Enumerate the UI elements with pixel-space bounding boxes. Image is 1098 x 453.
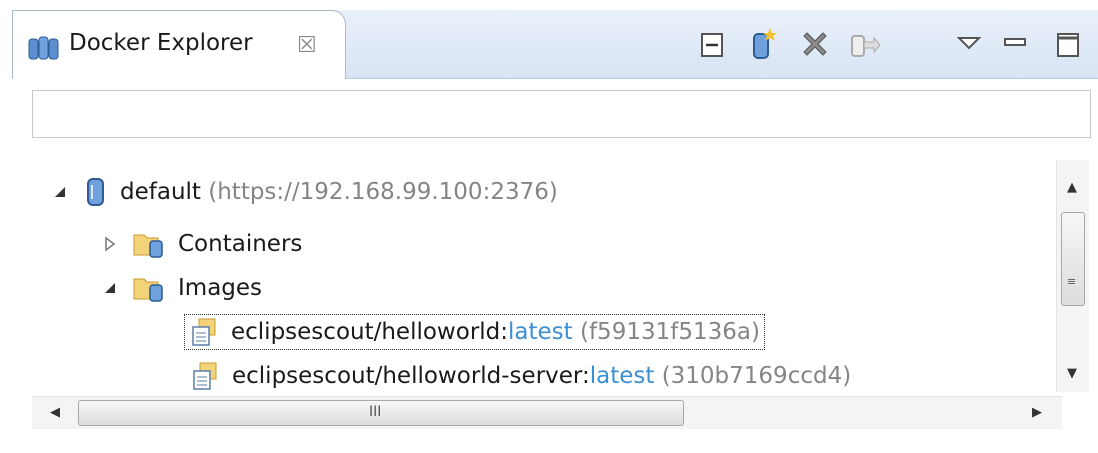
connection-name: default <box>120 179 201 205</box>
view-tab-bar: Docker Explorer ☒ <box>12 10 1098 79</box>
scroll-up-arrow-icon[interactable]: ▲ <box>1067 180 1077 195</box>
containers-folder-icon <box>133 234 163 258</box>
tree-row-containers[interactable]: Containers <box>100 224 302 264</box>
minimize-icon[interactable] <box>995 24 1035 64</box>
tree-row-images[interactable]: Images <box>100 268 262 308</box>
horizontal-scrollbar[interactable]: ◀ III ▶ <box>32 396 1062 429</box>
image-id: (310b7169ccd4) <box>661 363 852 389</box>
add-connection-icon[interactable] <box>742 24 782 64</box>
maximize-icon[interactable] <box>1048 24 1088 64</box>
connection-url: (https://192.168.99.100:2376) <box>208 179 558 205</box>
tree-row-image[interactable]: eclipsescout/helloworld-server: latest (3… <box>190 356 851 390</box>
collapsed-twistie-icon[interactable] <box>100 234 120 254</box>
images-folder-icon <box>133 278 163 302</box>
tab-docker-explorer[interactable]: Docker Explorer ☒ <box>12 10 346 79</box>
tree-row-connection[interactable]: default (https://192.168.99.100:2376) <box>50 172 558 212</box>
vertical-scrollbar[interactable]: ▲ ≡ ▼ <box>1056 160 1089 392</box>
image-repo: eclipsescout/helloworld-server: <box>232 363 590 389</box>
scroll-left-arrow-icon[interactable]: ◀ <box>50 405 60 420</box>
image-icon <box>192 318 216 346</box>
image-tag: latest <box>508 319 573 345</box>
edit-connection-icon[interactable] <box>844 24 884 64</box>
scroll-down-arrow-icon[interactable]: ▼ <box>1067 366 1077 381</box>
view-menu-icon[interactable] <box>949 24 989 64</box>
image-icon <box>193 362 217 390</box>
expanded-twistie-icon[interactable] <box>50 182 70 202</box>
images-label: Images <box>178 275 263 301</box>
vertical-scroll-thumb[interactable]: ≡ <box>1061 212 1085 306</box>
view-title: Docker Explorer <box>69 30 253 56</box>
docker-explorer-view: Docker Explorer ☒ default (https://192.1… <box>12 10 1098 430</box>
expanded-twistie-icon[interactable] <box>100 278 120 298</box>
thumb-grip-icon: III <box>369 404 382 420</box>
search-input[interactable] <box>32 90 1091 138</box>
remove-connection-icon[interactable] <box>795 24 835 64</box>
containers-label: Containers <box>178 231 303 257</box>
thumb-grip-icon: ≡ <box>1067 275 1077 288</box>
docker-explorer-icon <box>28 36 59 60</box>
docker-connection-icon <box>87 178 104 206</box>
tree-row-image[interactable]: eclipsescout/helloworld: latest (f59131f5… <box>184 312 765 352</box>
image-tag: latest <box>589 363 655 389</box>
close-icon[interactable]: ☒ <box>297 33 317 58</box>
image-id: (f59131f5136a) <box>579 319 760 345</box>
selected-image-row[interactable]: eclipsescout/helloworld: latest (f59131f5… <box>184 314 765 350</box>
docker-tree: default (https://192.168.99.100:2376) Co… <box>12 160 1052 390</box>
horizontal-scroll-thumb[interactable]: III <box>78 400 684 426</box>
image-repo: eclipsescout/helloworld: <box>231 319 509 345</box>
scroll-right-arrow-icon[interactable]: ▶ <box>1032 405 1042 420</box>
collapse-all-icon[interactable] <box>692 24 732 64</box>
